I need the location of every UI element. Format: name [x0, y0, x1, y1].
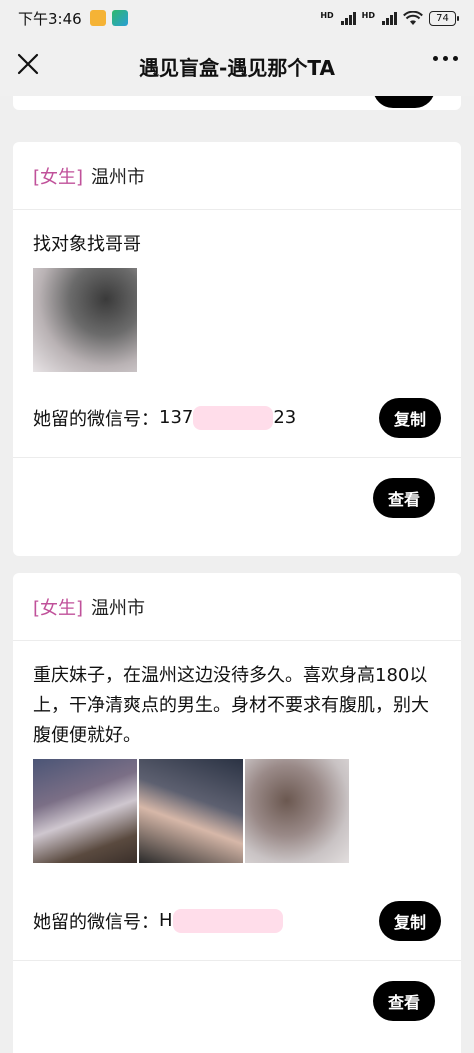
- profile-photo[interactable]: [33, 759, 137, 863]
- signal-icon: [382, 11, 397, 25]
- profile-photo[interactable]: [245, 759, 349, 863]
- hd-label: HD: [320, 10, 334, 20]
- city-label: 温州市: [91, 166, 146, 188]
- card-header: [女生] 温州市: [13, 573, 461, 641]
- status-right: HD HD 74: [320, 10, 459, 26]
- wechat-blur-mask: [193, 405, 274, 430]
- city-label: 温州市: [91, 597, 146, 619]
- nav-bar: 遇见盲盒-遇见那个TA: [0, 36, 474, 96]
- card-description: 找对象找哥哥: [33, 234, 141, 255]
- view-button[interactable]: [373, 96, 435, 108]
- wechat-value-prefix: H: [159, 910, 173, 931]
- profile-card: [女生] 温州市 找对象找哥哥 她留的微信号： 137 23 复制 查看: [13, 142, 461, 556]
- wechat-value-suffix: 23: [273, 407, 297, 428]
- copy-button[interactable]: 复制: [379, 397, 441, 438]
- battery-level: 74: [436, 12, 449, 24]
- wechat-row: 她留的微信号： H 复制: [13, 881, 461, 961]
- signal-icon: [340, 11, 356, 25]
- status-time: 下午3:46: [18, 9, 82, 28]
- view-row: 查看: [13, 961, 461, 1041]
- previous-card: [13, 96, 461, 110]
- page-title: 遇见盲盒-遇见那个TA: [139, 55, 335, 80]
- status-bar: 下午3:46 HD HD 74: [0, 0, 474, 36]
- battery-icon: 74: [429, 10, 459, 26]
- copy-button[interactable]: 复制: [379, 900, 441, 941]
- hd-label: HD: [361, 10, 375, 20]
- close-icon[interactable]: [14, 50, 42, 78]
- status-app-icons: [89, 10, 128, 26]
- wechat-value-prefix: 137: [159, 407, 194, 428]
- card-description: 重庆妹子，在温州这边没待多久。喜欢身高180以上，干净清爽点的男生。身材不要求有…: [33, 665, 429, 746]
- gender-tag: [女生]: [33, 597, 84, 619]
- more-icon[interactable]: [433, 56, 458, 61]
- wechat-row: 她留的微信号： 137 23 复制: [13, 378, 461, 458]
- notification-app-icon: [111, 10, 128, 26]
- gender-tag: [女生]: [33, 166, 84, 188]
- profile-photo[interactable]: [33, 268, 137, 372]
- wechat-label: 她留的微信号：: [33, 911, 159, 933]
- view-row: 查看: [13, 458, 461, 538]
- card-header: [女生] 温州市: [13, 142, 461, 210]
- notification-app-icon: [89, 10, 106, 26]
- profile-photo[interactable]: [139, 759, 243, 863]
- photo-row: [13, 751, 461, 863]
- view-button[interactable]: 查看: [373, 478, 435, 518]
- wechat-label: 她留的微信号：: [33, 408, 159, 430]
- profile-card: [女生] 温州市 重庆妹子，在温州这边没待多久。喜欢身高180以上，干净清爽点的…: [13, 573, 461, 1053]
- photo-row: [13, 260, 461, 372]
- wifi-icon: [403, 10, 423, 25]
- card-list[interactable]: [女生] 温州市 找对象找哥哥 她留的微信号： 137 23 复制 查看 [女生…: [0, 96, 474, 1053]
- view-button[interactable]: 查看: [373, 981, 435, 1021]
- wechat-blur-mask: [172, 908, 283, 933]
